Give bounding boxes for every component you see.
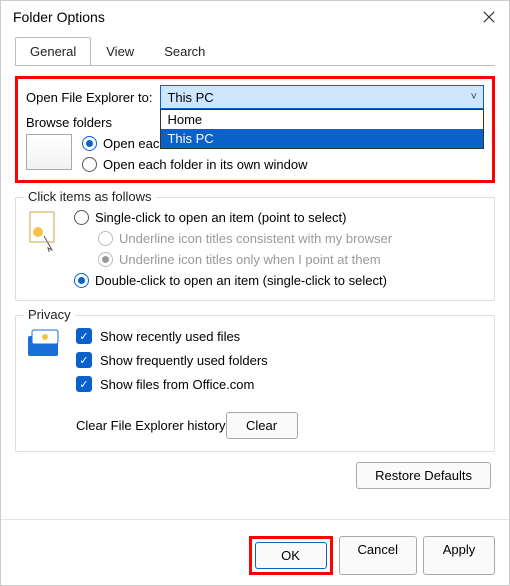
apply-button[interactable]: Apply — [423, 536, 495, 575]
radio-double-label: Double-click to open an item (single-cli… — [95, 273, 387, 288]
radio-single-click[interactable]: Single-click to open an item (point to s… — [74, 210, 392, 225]
radio-dot-icon — [82, 157, 97, 172]
open-row: Open File Explorer to: This PC ˅ Home Th… — [26, 85, 484, 109]
radio-upoint-label: Underline icon titles only when I point … — [119, 252, 381, 267]
folder-window-icon — [26, 134, 72, 170]
check-recent-files[interactable]: ✓ Show recently used files — [76, 328, 298, 344]
checkmark-icon: ✓ — [76, 352, 92, 368]
radio-ubrowser-label: Underline icon titles consistent with my… — [119, 231, 392, 246]
highlight-ok: OK — [249, 536, 333, 575]
radio-dot-icon — [98, 252, 113, 267]
radio-own-label: Open each folder in its own window — [103, 157, 308, 172]
chevron-down-icon: ˅ — [471, 91, 477, 103]
cancel-button[interactable]: Cancel — [339, 536, 417, 575]
radio-double-click[interactable]: Double-click to open an item (single-cli… — [74, 273, 392, 288]
open-dropdown: Home This PC — [160, 109, 484, 149]
ok-button[interactable]: OK — [255, 542, 327, 569]
check-office-label: Show files from Office.com — [100, 377, 254, 392]
radio-dot-icon — [74, 210, 89, 225]
close-icon[interactable] — [481, 9, 497, 25]
clear-row: Clear File Explorer history Clear — [76, 412, 298, 439]
privacy-group: Privacy ✓ Show recently used files ✓ Sho… — [15, 315, 495, 452]
radio-single-label: Single-click to open an item (point to s… — [95, 210, 346, 225]
radio-underline-point: Underline icon titles only when I point … — [98, 252, 392, 267]
click-body: Single-click to open an item (point to s… — [26, 210, 484, 288]
restore-defaults-button[interactable]: Restore Defaults — [356, 462, 491, 489]
separator — [1, 519, 509, 520]
check-frequent-folders[interactable]: ✓ Show frequently used folders — [76, 352, 298, 368]
clear-button[interactable]: Clear — [226, 412, 298, 439]
restore-row: Restore Defaults — [15, 462, 495, 489]
tab-general[interactable]: General — [15, 37, 91, 66]
general-panel: Open File Explorer to: This PC ˅ Home Th… — [1, 66, 509, 509]
open-label: Open File Explorer to: — [26, 90, 152, 105]
radio-dot-icon — [98, 231, 113, 246]
open-combo[interactable]: This PC ˅ — [160, 85, 484, 109]
highlight-open-section: Open File Explorer to: This PC ˅ Home Th… — [15, 76, 495, 183]
radio-dot-icon — [74, 273, 89, 288]
check-office-files[interactable]: ✓ Show files from Office.com — [76, 376, 298, 392]
open-option-home[interactable]: Home — [161, 110, 483, 129]
clear-label: Clear File Explorer history — [76, 418, 226, 433]
open-combo-value: This PC — [167, 90, 213, 105]
checkmark-icon: ✓ — [76, 328, 92, 344]
click-radios: Single-click to open an item (point to s… — [74, 210, 392, 288]
privacy-list: ✓ Show recently used files ✓ Show freque… — [76, 328, 298, 439]
click-legend: Click items as follows — [24, 189, 156, 204]
tab-view[interactable]: View — [91, 37, 149, 66]
check-recent-label: Show recently used files — [100, 329, 240, 344]
radio-underline-browser: Underline icon titles consistent with my… — [98, 231, 392, 246]
privacy-legend: Privacy — [24, 307, 75, 322]
titlebar: Folder Options — [1, 1, 509, 33]
click-cursor-icon — [26, 210, 62, 252]
dialog-buttons: OK Cancel Apply — [1, 530, 509, 585]
radio-dot-icon — [82, 136, 97, 151]
tab-bar: General View Search — [1, 37, 509, 66]
click-group: Click items as follows Single-click to o… — [15, 197, 495, 301]
open-combo-wrap: This PC ˅ Home This PC — [160, 85, 484, 109]
window-title: Folder Options — [13, 9, 105, 25]
tab-search[interactable]: Search — [149, 37, 220, 66]
privacy-body: ✓ Show recently used files ✓ Show freque… — [26, 328, 484, 439]
checkmark-icon: ✓ — [76, 376, 92, 392]
privacy-icon — [26, 328, 64, 360]
check-freq-label: Show frequently used folders — [100, 353, 268, 368]
open-option-thispc[interactable]: This PC — [161, 129, 483, 148]
folder-options-window: Folder Options General View Search Open … — [0, 0, 510, 586]
radio-own-window[interactable]: Open each folder in its own window — [82, 157, 321, 172]
